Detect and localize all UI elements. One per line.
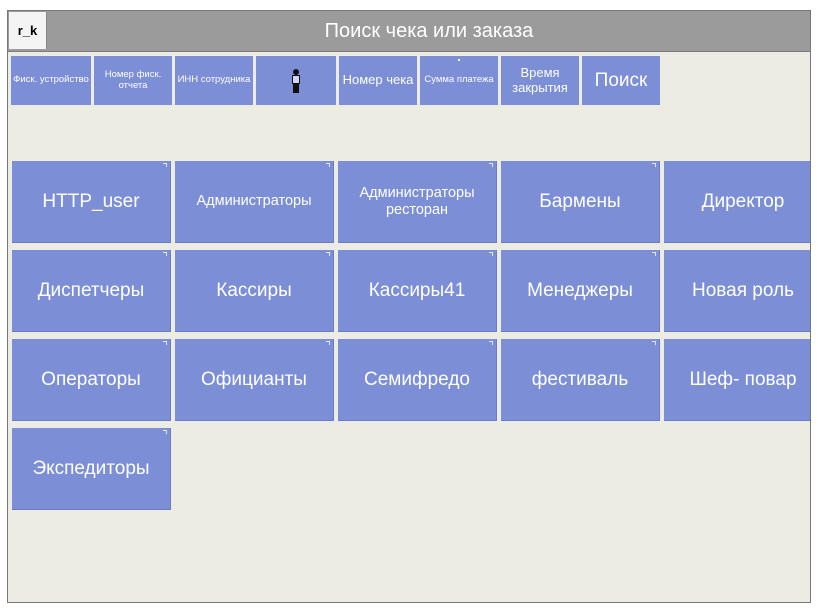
role-tile[interactable]: Шеф- повар — [664, 339, 810, 421]
marker-dot-icon — [458, 59, 460, 61]
role-tile[interactable]: Администраторы ресторан — [338, 161, 497, 243]
filter-fiscal-device-button[interactable]: Фиск. устройство — [11, 56, 91, 105]
person-icon — [291, 68, 301, 93]
search-button-label: Поиск — [594, 69, 648, 91]
filter-receipt-number-label: Номер чека — [342, 72, 414, 88]
filter-receipt-number-button[interactable]: Номер чека — [339, 56, 417, 105]
search-window: r_k Поиск чека или заказа Фиск. устройст… — [7, 10, 811, 603]
filter-closing-time-label: Время закрытия — [512, 64, 568, 95]
role-tile[interactable]: Новая роль — [664, 250, 810, 332]
search-button[interactable]: Поиск — [582, 56, 660, 105]
role-tile[interactable]: HTTP_user — [12, 161, 171, 243]
role-tile[interactable]: фестиваль — [501, 339, 660, 421]
role-tile[interactable]: Семифредо — [338, 339, 497, 421]
role-tile[interactable]: Экспедиторы — [12, 428, 171, 510]
role-tile[interactable]: Кассиры — [175, 250, 334, 332]
role-tile[interactable]: Администраторы — [175, 161, 334, 243]
filter-employee-button[interactable] — [256, 56, 336, 105]
title-bar: r_k Поиск чека или заказа — [8, 11, 810, 52]
filter-payment-amount-label: Сумма платежа — [424, 74, 494, 86]
filter-payment-amount-button[interactable]: Сумма платежа — [420, 56, 498, 105]
role-tile[interactable]: Кассиры41 — [338, 250, 497, 332]
current-user-label: r_k — [9, 12, 47, 49]
filter-fiscal-device-label: Фиск. устройство — [13, 74, 89, 86]
role-tile[interactable]: Операторы — [12, 339, 171, 421]
role-tile[interactable]: Менеджеры — [501, 250, 660, 332]
filter-employee-inn-label: ИНН сотрудника — [177, 74, 251, 86]
filter-employee-inn-button[interactable]: ИНН сотрудника — [175, 56, 253, 105]
filter-closing-time-button[interactable]: Время закрытия — [501, 56, 579, 105]
page-title: Поиск чека или заказа — [324, 19, 534, 42]
role-tile[interactable]: Официанты — [175, 339, 334, 421]
role-tile[interactable]: Диспетчеры — [12, 250, 171, 332]
filter-fiscal-report-number-label: Номер фиск. отчета — [104, 68, 162, 91]
role-tile[interactable]: Бармены — [501, 161, 660, 243]
filter-fiscal-report-number-button[interactable]: Номер фиск. отчета — [94, 56, 172, 105]
role-tile[interactable]: Директор — [664, 161, 810, 243]
